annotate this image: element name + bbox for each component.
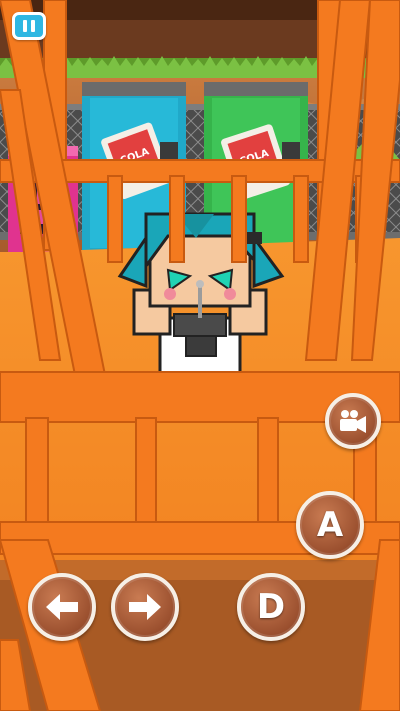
arrow-left-icon xyxy=(46,594,78,620)
a-button[interactable]: A xyxy=(296,491,364,559)
move-right-button[interactable] xyxy=(111,573,179,641)
pause-icon-bar xyxy=(31,20,35,32)
arrow-right-icon xyxy=(129,594,161,620)
video-camera-icon xyxy=(340,410,366,433)
game-screen: COLA COLA A D xyxy=(0,0,400,711)
move-left-button[interactable] xyxy=(28,573,96,641)
d-button[interactable]: D xyxy=(237,573,305,641)
d-button-label: D xyxy=(256,587,286,627)
pause-icon xyxy=(23,20,27,32)
pause-button[interactable] xyxy=(12,12,46,40)
camera-button[interactable] xyxy=(325,393,381,449)
a-button-label: A xyxy=(316,505,344,545)
